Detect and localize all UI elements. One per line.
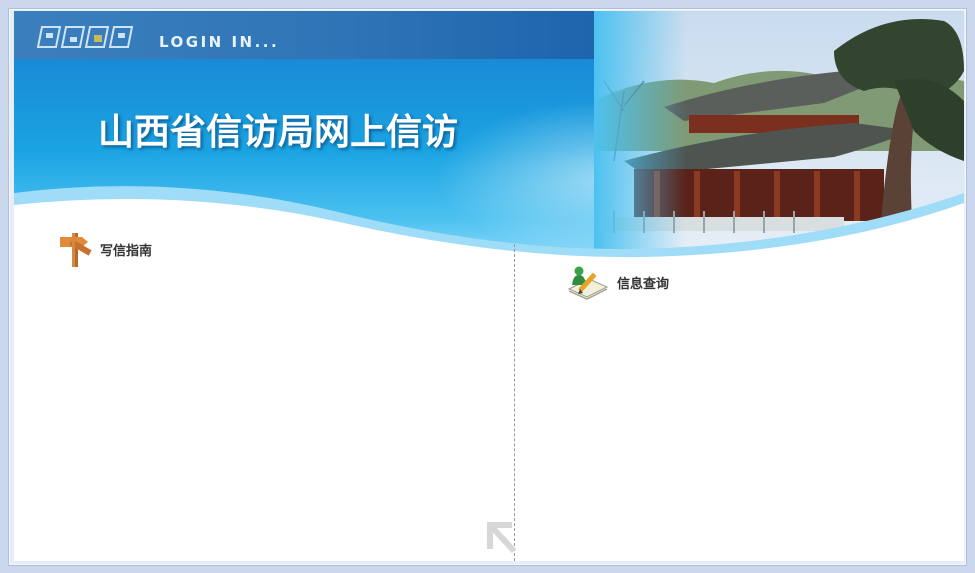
corner-arrow-icon (487, 522, 517, 554)
banner-title: 山西省信访局网上信访 (98, 111, 459, 153)
signpost-icon (60, 233, 92, 267)
column-divider (514, 244, 515, 561)
guide-title: 写信指南 (100, 243, 153, 259)
query-section[interactable]: 信息查询 (567, 263, 669, 301)
grid-logo-icon (36, 26, 134, 48)
guide-section[interactable]: 写信指南 (56, 229, 152, 269)
user-edit-icon (567, 266, 609, 300)
banner-wave (14, 186, 964, 271)
login-label: LOGIN IN... (159, 33, 280, 51)
query-title: 信息查询 (617, 276, 670, 292)
login-page: LOGIN IN... 山西省信访局网上信访 写信指南 信息查询 (14, 11, 964, 561)
